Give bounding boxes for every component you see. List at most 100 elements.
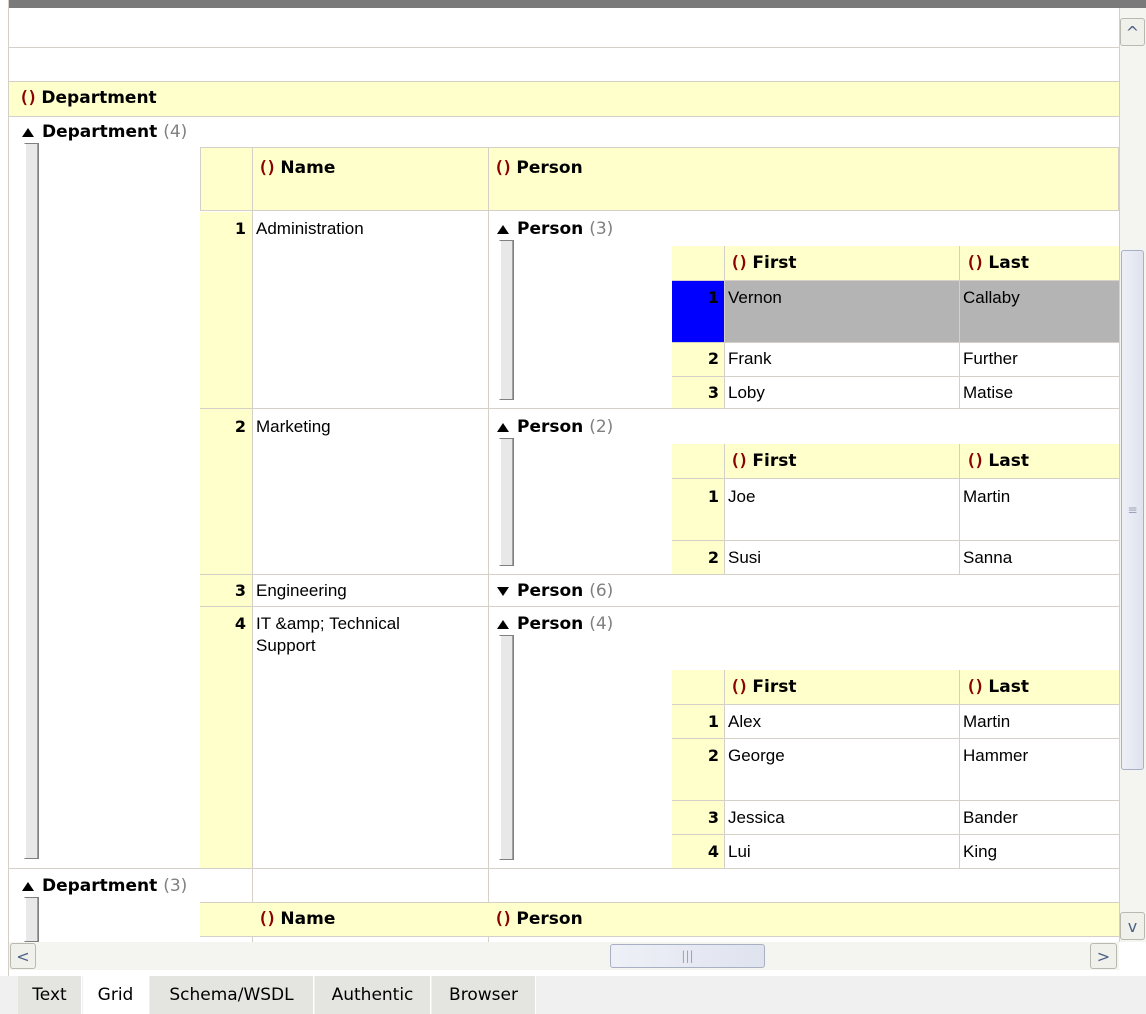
group-collapse-bar[interactable] bbox=[24, 897, 39, 942]
person-collapse-bar[interactable] bbox=[499, 240, 514, 400]
department-table-header bbox=[200, 147, 1119, 211]
department-name[interactable]: Administration bbox=[256, 219, 364, 239]
row-divider bbox=[672, 834, 1119, 835]
person-row-number[interactable]: 1 bbox=[672, 487, 719, 506]
column-divider bbox=[959, 246, 960, 408]
person-row-number[interactable]: 4 bbox=[672, 842, 719, 861]
row-number[interactable]: 1 bbox=[200, 219, 246, 238]
collapse-triangle-icon[interactable] bbox=[497, 620, 509, 629]
scroll-down-button[interactable]: v bbox=[1120, 912, 1145, 940]
column-header-last[interactable]: () Last bbox=[966, 253, 1029, 273]
chevron-down-icon: v bbox=[1127, 916, 1138, 936]
department-name-continued[interactable]: Support bbox=[256, 636, 316, 656]
person-first[interactable]: Alex bbox=[728, 712, 761, 732]
person-last[interactable]: Matise bbox=[963, 383, 1013, 403]
person-first[interactable]: Loby bbox=[728, 383, 765, 403]
person-first[interactable]: Vernon bbox=[728, 288, 782, 308]
department-name[interactable]: Marketing bbox=[256, 417, 331, 437]
row-number[interactable]: 2 bbox=[200, 417, 246, 436]
tab-text[interactable]: Text bbox=[18, 976, 82, 1014]
row-number[interactable]: 3 bbox=[200, 581, 246, 600]
tab-schema-wsdl[interactable]: Schema/WSDL bbox=[150, 976, 314, 1014]
collapse-triangle-icon[interactable] bbox=[22, 882, 34, 891]
grip-icon: ≡ bbox=[1127, 503, 1138, 517]
person-row-number[interactable]: 2 bbox=[672, 349, 719, 368]
element-brace-icon: () bbox=[730, 677, 749, 697]
tab-grid[interactable]: Grid bbox=[83, 976, 149, 1014]
person-last[interactable]: Martin bbox=[963, 712, 1010, 732]
person-last[interactable]: Bander bbox=[963, 808, 1018, 828]
element-brace-icon: () bbox=[966, 677, 985, 697]
column-header-name[interactable]: () Name bbox=[258, 158, 335, 178]
person-last[interactable]: Callaby bbox=[963, 288, 1020, 308]
person-last[interactable]: Further bbox=[963, 349, 1018, 369]
department-name[interactable]: IT &amp; Technical bbox=[256, 614, 400, 634]
row-divider bbox=[9, 868, 1119, 869]
tab-browser[interactable]: Browser bbox=[432, 976, 536, 1014]
person-first[interactable]: George bbox=[728, 746, 785, 766]
person-row-number[interactable]: 3 bbox=[672, 383, 719, 402]
person-collapse-bar[interactable] bbox=[499, 438, 514, 566]
column-header-first[interactable]: () First bbox=[730, 451, 796, 471]
column-divider bbox=[252, 147, 253, 942]
person-first[interactable]: Susi bbox=[728, 548, 761, 568]
person-last[interactable]: Sanna bbox=[963, 548, 1012, 568]
person-first[interactable]: Jessica bbox=[728, 808, 785, 828]
grip-icon: ||| bbox=[681, 949, 694, 963]
person-first[interactable]: Joe bbox=[728, 487, 755, 507]
scroll-up-button[interactable]: ^ bbox=[1120, 18, 1145, 46]
person-last[interactable]: Martin bbox=[963, 487, 1010, 507]
row-number-column bbox=[200, 212, 252, 868]
divider bbox=[9, 116, 1119, 117]
column-header-person[interactable]: () Person bbox=[494, 909, 583, 929]
department-group-header[interactable]: Department (4) bbox=[22, 122, 187, 142]
scroll-right-button[interactable]: > bbox=[1090, 943, 1117, 969]
root-element-header[interactable]: () Department bbox=[9, 82, 1119, 116]
column-header-last[interactable]: () Last bbox=[966, 451, 1029, 471]
person-row-number[interactable]: 2 bbox=[672, 746, 719, 765]
person-first[interactable]: Frank bbox=[728, 349, 771, 369]
column-header-first[interactable]: () First bbox=[730, 677, 796, 697]
collapse-triangle-icon[interactable] bbox=[497, 423, 509, 432]
row-divider bbox=[200, 574, 1119, 575]
person-group-header[interactable]: Person (3) bbox=[497, 219, 613, 239]
person-row-number[interactable]: 2 bbox=[672, 548, 719, 567]
row-divider bbox=[200, 936, 1119, 937]
person-collapse-bar[interactable] bbox=[499, 635, 514, 860]
element-brace-icon: () bbox=[19, 88, 38, 108]
tab-authentic[interactable]: Authentic bbox=[315, 976, 431, 1014]
collapse-triangle-icon[interactable] bbox=[22, 128, 34, 137]
group-count: (4) bbox=[163, 122, 188, 142]
element-brace-icon: () bbox=[966, 451, 985, 471]
person-group-header[interactable]: Person (2) bbox=[497, 417, 613, 437]
element-brace-icon: () bbox=[730, 253, 749, 273]
root-element-label: Department bbox=[41, 88, 157, 108]
department-name[interactable]: Engineering bbox=[256, 581, 347, 601]
person-first[interactable]: Lui bbox=[728, 842, 751, 862]
chevron-right-icon: > bbox=[1096, 946, 1111, 966]
person-last[interactable]: Hammer bbox=[963, 746, 1028, 766]
scroll-left-button[interactable]: < bbox=[10, 943, 36, 969]
row-number[interactable]: 4 bbox=[200, 614, 246, 633]
group-count: (3) bbox=[163, 876, 188, 896]
horizontal-scrollbar[interactable] bbox=[9, 942, 1119, 970]
expand-triangle-icon[interactable] bbox=[497, 586, 509, 596]
person-group-header[interactable]: Person (4) bbox=[497, 614, 613, 634]
person-row-number[interactable]: 3 bbox=[672, 808, 719, 827]
selected-row-highlight bbox=[724, 280, 1119, 342]
department-group-header[interactable]: Department (3) bbox=[22, 876, 187, 896]
column-divider bbox=[488, 147, 489, 942]
column-header-last[interactable]: () Last bbox=[966, 677, 1029, 697]
vertical-scroll-thumb[interactable]: ≡ bbox=[1121, 250, 1144, 770]
group-collapse-bar[interactable] bbox=[24, 143, 39, 859]
column-header-first[interactable]: () First bbox=[730, 253, 796, 273]
horizontal-scroll-thumb[interactable]: ||| bbox=[610, 944, 765, 968]
column-header-person[interactable]: () Person bbox=[494, 158, 583, 178]
person-row-number[interactable]: 1 bbox=[672, 712, 719, 731]
person-group-header[interactable]: Person (6) bbox=[497, 581, 613, 601]
column-header-name[interactable]: () Name bbox=[258, 909, 335, 929]
person-row-number[interactable]: 1 bbox=[672, 288, 719, 307]
element-brace-icon: () bbox=[966, 253, 985, 273]
person-last[interactable]: King bbox=[963, 842, 997, 862]
collapse-triangle-icon[interactable] bbox=[497, 225, 509, 234]
